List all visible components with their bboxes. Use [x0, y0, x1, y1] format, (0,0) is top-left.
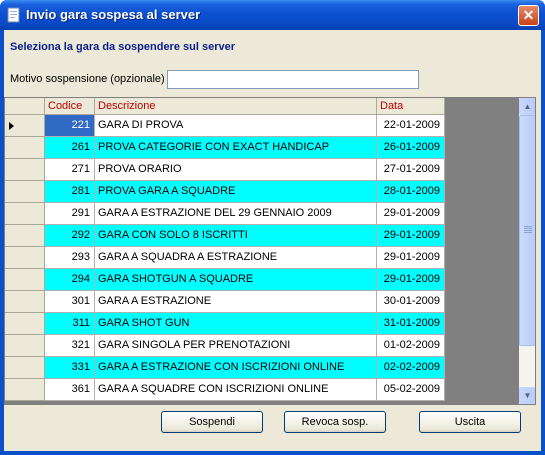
cell-date[interactable]: 29-01-2009	[377, 269, 445, 291]
uscita-button[interactable]: Uscita	[419, 411, 521, 433]
column-header-date[interactable]: Data	[377, 98, 445, 115]
cell-date[interactable]: 29-01-2009	[377, 225, 445, 247]
row-header[interactable]	[5, 335, 45, 357]
grid-header: Codice Descrizione Data	[5, 98, 445, 115]
scroll-down-button[interactable]: ▼	[519, 387, 535, 404]
cell-code[interactable]: 294	[45, 269, 95, 291]
cell-description[interactable]: GARA SHOTGUN A SQUADRE	[95, 269, 377, 291]
column-header-code[interactable]: Codice	[45, 98, 95, 115]
table-row[interactable]: 311 GARA SHOT GUN 31-01-2009	[5, 313, 445, 335]
cell-date[interactable]: 22-01-2009	[377, 115, 445, 137]
cell-code[interactable]: 293	[45, 247, 95, 269]
cell-code[interactable]: 281	[45, 181, 95, 203]
scrollbar-thumb[interactable]	[519, 115, 535, 346]
cell-code[interactable]: 331	[45, 357, 95, 379]
row-header[interactable]	[5, 247, 45, 269]
row-header[interactable]	[5, 203, 45, 225]
table-row[interactable]: 291 GARA A ESTRAZIONE DEL 29 GENNAIO 2009…	[5, 203, 445, 225]
table-row[interactable]: 294 GARA SHOTGUN A SQUADRE 29-01-2009	[5, 269, 445, 291]
cell-description[interactable]: GARA CON SOLO 8 ISCRITTI	[95, 225, 377, 247]
row-header[interactable]	[5, 225, 45, 247]
cell-date[interactable]: 29-01-2009	[377, 203, 445, 225]
cell-code[interactable]: 291	[45, 203, 95, 225]
cell-code[interactable]: 292	[45, 225, 95, 247]
close-button[interactable]: ✕	[518, 5, 539, 26]
table-row[interactable]: 293 GARA A SQUADRA A ESTRAZIONE 29-01-2009	[5, 247, 445, 269]
row-header[interactable]	[5, 181, 45, 203]
row-header-corner	[5, 98, 45, 115]
dialog-heading: Seleziona la gara da sospendere sul serv…	[10, 41, 235, 53]
cell-date[interactable]: 31-01-2009	[377, 313, 445, 335]
row-header[interactable]	[5, 291, 45, 313]
cell-description[interactable]: GARA SINGOLA PER PRENOTAZIONI	[95, 335, 377, 357]
column-header-description[interactable]: Descrizione	[95, 98, 377, 115]
app-icon	[7, 7, 20, 23]
row-header[interactable]	[5, 379, 45, 401]
cell-description[interactable]: GARA A SQUADRE CON ISCRIZIONI ONLINE	[95, 379, 377, 401]
table-row[interactable]: 321 GARA SINGOLA PER PRENOTAZIONI 01-02-20…	[5, 335, 445, 357]
cell-code[interactable]: 361	[45, 379, 95, 401]
cell-date[interactable]: 30-01-2009	[377, 291, 445, 313]
motivo-label: Motivo sospensione (opzionale)	[10, 73, 165, 85]
table-row[interactable]: 361 GARA A SQUADRE CON ISCRIZIONI ONLINE 0…	[5, 379, 445, 401]
thumb-grip-line	[524, 232, 532, 233]
row-header[interactable]	[5, 159, 45, 181]
cell-description[interactable]: PROVA GARA A SQUADRE	[95, 181, 377, 203]
revoca-sospensione-button[interactable]: Revoca sosp.	[284, 411, 386, 433]
table-row[interactable]: 301 GARA A ESTRAZIONE 30-01-2009	[5, 291, 445, 313]
title-bar[interactable]: Invio gara sospesa al server ✕	[0, 0, 545, 30]
window-title: Invio gara sospesa al server	[26, 7, 201, 22]
cell-code[interactable]: 261	[45, 137, 95, 159]
row-header[interactable]	[5, 313, 45, 335]
cell-description[interactable]: GARA DI PROVA	[95, 115, 377, 137]
cell-description[interactable]: GARA A ESTRAZIONE DEL 29 GENNAIO 2009	[95, 203, 377, 225]
cell-date[interactable]: 26-01-2009	[377, 137, 445, 159]
table-row[interactable]: 261 PROVA CATEGORIE CON EXACT HANDICAP 26-…	[5, 137, 445, 159]
thumb-grip-line	[524, 228, 532, 229]
cell-date[interactable]: 28-01-2009	[377, 181, 445, 203]
row-header[interactable]	[5, 357, 45, 379]
races-grid[interactable]: Codice Descrizione Data 221 GARA DI PROVA…	[4, 97, 536, 405]
dialog-window: Invio gara sospesa al server ✕ Seleziona…	[0, 0, 545, 455]
cell-description[interactable]: GARA A SQUADRA A ESTRAZIONE	[95, 247, 377, 269]
table-row[interactable]: 271 PROVA ORARIO 27-01-2009	[5, 159, 445, 181]
cell-code[interactable]: 271	[45, 159, 95, 181]
row-header[interactable]	[5, 137, 45, 159]
cell-date[interactable]: 05-02-2009	[377, 379, 445, 401]
cell-description[interactable]: GARA A ESTRAZIONE CON ISCRIZIONI ONLINE	[95, 357, 377, 379]
row-header[interactable]	[5, 115, 45, 137]
dialog-client-area: Seleziona la gara da sospendere sul serv…	[4, 30, 541, 451]
cell-description[interactable]: PROVA CATEGORIE CON EXACT HANDICAP	[95, 137, 377, 159]
table-row[interactable]: 292 GARA CON SOLO 8 ISCRITTI 29-01-2009	[5, 225, 445, 247]
table-row[interactable]: 331 GARA A ESTRAZIONE CON ISCRIZIONI ONLI…	[5, 357, 445, 379]
cell-date[interactable]: 02-02-2009	[377, 357, 445, 379]
row-header[interactable]	[5, 269, 45, 291]
cell-date[interactable]: 29-01-2009	[377, 247, 445, 269]
scroll-up-button[interactable]: ▲	[519, 98, 535, 115]
table-row[interactable]: 281 PROVA GARA A SQUADRE 28-01-2009	[5, 181, 445, 203]
thumb-grip-line	[524, 226, 532, 227]
cell-date[interactable]: 01-02-2009	[377, 335, 445, 357]
cell-description[interactable]: PROVA ORARIO	[95, 159, 377, 181]
vertical-scrollbar[interactable]: ▲ ▼	[519, 98, 535, 404]
cell-description[interactable]: GARA SHOT GUN	[95, 313, 377, 335]
table-row[interactable]: 221 GARA DI PROVA 22-01-2009	[5, 115, 445, 137]
cell-code[interactable]: 221	[45, 115, 95, 137]
motivo-input[interactable]	[167, 70, 419, 89]
cell-date[interactable]: 27-01-2009	[377, 159, 445, 181]
thumb-grip-line	[524, 230, 532, 231]
sospendi-button[interactable]: Sospendi	[161, 411, 263, 433]
cell-code[interactable]: 301	[45, 291, 95, 313]
cell-description[interactable]: GARA A ESTRAZIONE	[95, 291, 377, 313]
current-row-indicator-icon	[9, 122, 14, 130]
cell-code[interactable]: 311	[45, 313, 95, 335]
cell-code[interactable]: 321	[45, 335, 95, 357]
